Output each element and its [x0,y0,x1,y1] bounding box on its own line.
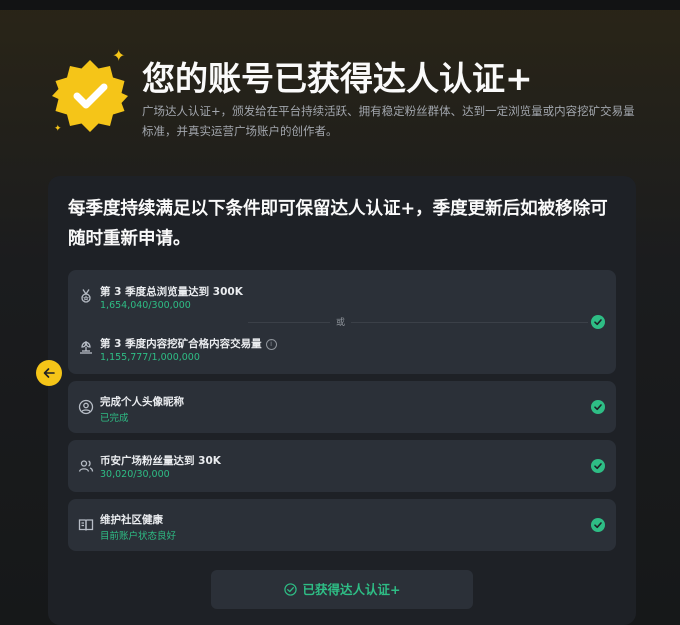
arrow-left-icon [43,368,55,378]
requirement-title: 第 3 季度内容挖矿合格内容交易量 i [100,336,277,351]
requirement-title: 币安广场粉丝量达到 30K [100,455,221,467]
check-circle-icon [591,518,605,532]
verified-badge-icon [50,56,130,136]
requirement-group-either: 第 3 季度总浏览量达到 300K 1,654,040/300,000 或 第 … [68,270,616,374]
requirement-community-health: 维护社区健康 目前账户状态良好 [68,499,616,551]
requirement-progress: 已完成 [100,413,129,424]
book-icon [78,517,94,533]
requirement-progress: 目前账户状态良好 [100,531,177,542]
hero-section: ✦ ✦ 您的账号已获得达人认证+ 广场达人认证+，颁发给在平台持续活跃、拥有稳定… [50,44,640,144]
check-circle-icon [591,400,605,414]
mining-icon [78,340,94,356]
requirement-progress: 1,654,040/300,000 [100,300,191,311]
requirement-followers: 币安广场粉丝量达到 30K 30,020/30,000 [68,440,616,492]
requirement-avatar-nickname: 完成个人头像昵称 已完成 [68,381,616,433]
check-circle-icon [591,315,605,329]
or-label: 或 [330,315,352,328]
check-circle-icon [591,459,605,473]
card-heading: 每季度持续满足以下条件即可保留达人认证+，季度更新后如被移除可随时重新申请。 [68,199,608,249]
check-circle-outline-icon [283,583,297,596]
info-icon[interactable]: i [265,339,277,350]
verified-status-content: 已获得达人认证+ [211,570,473,609]
page-title: 您的账号已获得达人认证+ [142,59,533,98]
users-icon [78,458,94,474]
verified-status-button[interactable]: 已获得达人认证+ [211,570,473,609]
verified-status-label: 已获得达人认证+ [302,582,401,597]
requirement-progress: 1,155,777/1,000,000 [100,352,200,363]
requirement-title: 维护社区健康 [100,514,163,526]
requirement-progress: 30,020/30,000 [100,469,170,480]
requirement-title: 完成个人头像昵称 [100,396,184,408]
top-bar [0,0,680,10]
page-description: 广场达人认证+，颁发给在平台持续活跃、拥有稳定粉丝群体、达到一定浏览量或内容挖矿… [142,104,635,138]
user-circle-icon [78,399,94,415]
back-button[interactable] [36,360,62,386]
requirements-card: 每季度持续满足以下条件即可保留达人认证+，季度更新后如被移除可随时重新申请。 第… [48,176,636,625]
or-divider [248,322,588,323]
medal-icon [78,288,94,304]
requirement-title: 第 3 季度总浏览量达到 300K [100,286,243,298]
